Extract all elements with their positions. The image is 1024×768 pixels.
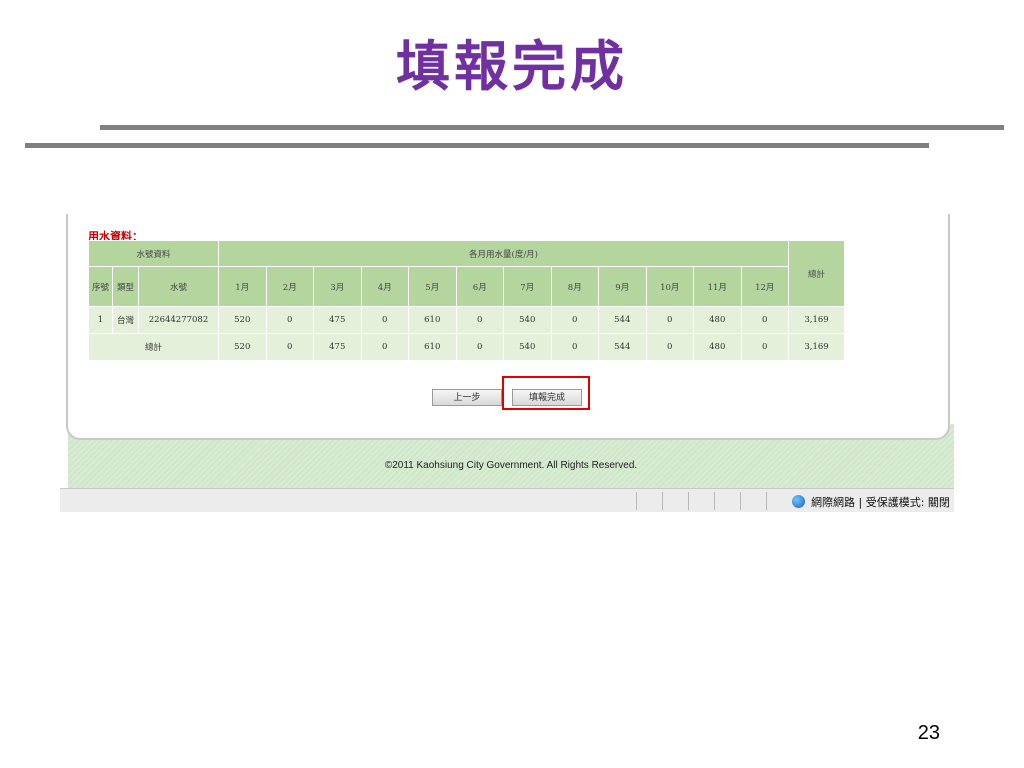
month-header: 12月 bbox=[740, 266, 789, 307]
usage-cell: 0 bbox=[740, 306, 789, 334]
usage-cell: 0 bbox=[455, 306, 504, 334]
usage-cell: 475 bbox=[313, 306, 362, 334]
total-usage-cell: 0 bbox=[265, 333, 314, 361]
security-zone[interactable]: 網際網路 | 受保護模式: 關閉 bbox=[792, 494, 950, 510]
usage-cell: 0 bbox=[265, 306, 314, 334]
browser-screenshot: 用水資料： 水號資料 各月用水量(度/月) 總計 序號 類型 水號 1月 2月 … bbox=[60, 214, 954, 512]
month-header: 2月 bbox=[265, 266, 314, 307]
total-usage-cell: 0 bbox=[550, 333, 599, 361]
grand-total-cell: 3,169 bbox=[788, 333, 845, 361]
month-header: 8月 bbox=[550, 266, 599, 307]
month-header: 11月 bbox=[693, 266, 742, 307]
usage-cell: 520 bbox=[218, 306, 267, 334]
serial-header: 序號 bbox=[88, 266, 113, 307]
month-header: 10月 bbox=[645, 266, 694, 307]
total-row: 總計 520 0 475 0 610 0 540 0 544 0 480 0 3… bbox=[88, 333, 845, 361]
total-usage-cell: 540 bbox=[503, 333, 552, 361]
usage-cell: 544 bbox=[598, 306, 647, 334]
month-header: 4月 bbox=[360, 266, 409, 307]
status-divider bbox=[636, 492, 637, 510]
serial-cell: 1 bbox=[88, 306, 113, 334]
total-label-cell: 總計 bbox=[88, 333, 219, 361]
water-usage-table: 水號資料 各月用水量(度/月) 總計 序號 類型 水號 1月 2月 3月 4月 … bbox=[88, 240, 845, 361]
total-usage-cell: 475 bbox=[313, 333, 362, 361]
status-divider bbox=[688, 492, 689, 510]
usage-cell: 610 bbox=[408, 306, 457, 334]
usage-cell: 0 bbox=[360, 306, 409, 334]
status-divider bbox=[662, 492, 663, 510]
category-cell: 台灣 bbox=[112, 306, 139, 334]
status-bar: 網際網路 | 受保護模式: 關閉 bbox=[60, 488, 954, 512]
slide-title: 填報完成 bbox=[396, 35, 628, 98]
copyright-text: ©2011 Kaohsiung City Government. All Rig… bbox=[384, 460, 638, 471]
title-rule-bottom bbox=[25, 143, 929, 148]
month-header: 6月 bbox=[455, 266, 504, 307]
total-usage-cell: 0 bbox=[360, 333, 409, 361]
total-usage-cell: 0 bbox=[740, 333, 789, 361]
status-divider bbox=[740, 492, 741, 510]
meter-no-header: 水號 bbox=[138, 266, 219, 307]
meter-no-cell: 22644277082 bbox=[138, 306, 219, 334]
usage-cell: 0 bbox=[550, 306, 599, 334]
table-row: 1 台灣 22644277082 520 0 475 0 610 0 540 0… bbox=[88, 306, 845, 334]
meter-info-header: 水號資料 bbox=[88, 240, 219, 267]
total-usage-cell: 0 bbox=[455, 333, 504, 361]
prev-step-button[interactable]: 上一步 bbox=[432, 389, 502, 406]
status-divider bbox=[766, 492, 767, 510]
month-header: 9月 bbox=[598, 266, 647, 307]
month-header: 5月 bbox=[408, 266, 457, 307]
title-rule-top bbox=[100, 125, 1004, 130]
highlight-box bbox=[502, 376, 590, 410]
total-header: 總計 bbox=[788, 240, 845, 307]
usage-cell: 540 bbox=[503, 306, 552, 334]
status-divider bbox=[714, 492, 715, 510]
monthly-usage-header: 各月用水量(度/月) bbox=[218, 240, 789, 267]
usage-cell: 0 bbox=[645, 306, 694, 334]
total-usage-cell: 0 bbox=[645, 333, 694, 361]
row-total-cell: 3,169 bbox=[788, 306, 845, 334]
month-header: 1月 bbox=[218, 266, 267, 307]
total-usage-cell: 480 bbox=[693, 333, 742, 361]
total-usage-cell: 544 bbox=[598, 333, 647, 361]
category-header: 類型 bbox=[112, 266, 139, 307]
page-number: 23 bbox=[917, 722, 940, 744]
month-header: 7月 bbox=[503, 266, 552, 307]
month-header: 3月 bbox=[313, 266, 362, 307]
globe-icon bbox=[792, 495, 805, 508]
total-usage-cell: 610 bbox=[408, 333, 457, 361]
total-usage-cell: 520 bbox=[218, 333, 267, 361]
usage-cell: 480 bbox=[693, 306, 742, 334]
zone-text: 網際網路 | 受保護模式: 關閉 bbox=[811, 496, 950, 509]
